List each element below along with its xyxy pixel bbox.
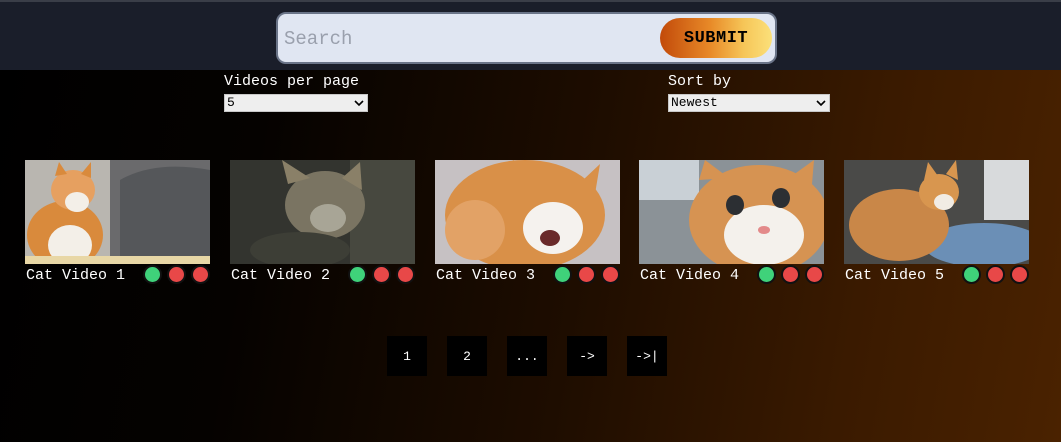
video-card[interactable]: Cat Video 2 (230, 160, 415, 286)
red-dot-button[interactable] (372, 265, 391, 284)
sort-by-value: Newest (671, 95, 718, 110)
dim-cat-closeup-thumbnail (230, 160, 415, 264)
page-1-button[interactable]: 1 (387, 336, 427, 376)
videos-per-page-value: 5 (227, 95, 235, 110)
cat-on-blanket-thumbnail (844, 160, 1029, 264)
status-dots (348, 265, 415, 284)
page-ellipsis-button[interactable]: ... (507, 336, 547, 376)
video-grid: Cat Video 1 Cat Video 2 Cat Video 3 Cat … (25, 160, 1035, 290)
red-dot-button[interactable] (191, 265, 210, 284)
red-dot-button[interactable] (396, 265, 415, 284)
sort-by-select[interactable]: Newest (668, 94, 830, 112)
video-card[interactable]: Cat Video 1 (25, 160, 210, 286)
video-title[interactable]: Cat Video 5 (845, 267, 944, 284)
video-title[interactable]: Cat Video 1 (26, 267, 125, 284)
green-dot-button[interactable] (143, 265, 162, 284)
video-thumbnail[interactable] (639, 160, 824, 264)
top-bar: SUBMIT (0, 0, 1061, 70)
submit-button[interactable]: SUBMIT (660, 18, 772, 58)
meowing-cat-thumbnail (435, 160, 620, 264)
video-card[interactable]: Cat Video 4 (639, 160, 824, 286)
video-card[interactable]: Cat Video 3 (435, 160, 620, 286)
status-dots (962, 265, 1029, 284)
video-thumbnail[interactable] (25, 160, 210, 264)
video-thumbnail[interactable] (844, 160, 1029, 264)
status-dots (143, 265, 210, 284)
last-page-button[interactable]: ->| (627, 336, 667, 376)
red-dot-button[interactable] (601, 265, 620, 284)
videos-per-page-select[interactable]: 5 (224, 94, 368, 112)
chevron-down-icon (354, 95, 364, 116)
red-dot-button[interactable] (781, 265, 800, 284)
green-dot-button[interactable] (553, 265, 572, 284)
search-input[interactable] (284, 24, 654, 54)
red-dot-button[interactable] (167, 265, 186, 284)
page-2-button[interactable]: 2 (447, 336, 487, 376)
video-thumbnail[interactable] (230, 160, 415, 264)
chevron-down-icon (816, 95, 826, 116)
status-dots (757, 265, 824, 284)
red-dot-button[interactable] (986, 265, 1005, 284)
video-title[interactable]: Cat Video 4 (640, 267, 739, 284)
sort-by-label: Sort by (668, 73, 732, 90)
red-dot-button[interactable] (577, 265, 596, 284)
video-thumbnail[interactable] (435, 160, 620, 264)
red-dot-button[interactable] (805, 265, 824, 284)
search-bar: SUBMIT (276, 12, 777, 64)
cat-face-closeup-thumbnail (639, 160, 824, 264)
red-dot-button[interactable] (1010, 265, 1029, 284)
green-dot-button[interactable] (757, 265, 776, 284)
green-dot-button[interactable] (348, 265, 367, 284)
status-dots (553, 265, 620, 284)
videos-per-page-label: Videos per page (224, 73, 360, 90)
green-dot-button[interactable] (962, 265, 981, 284)
video-title[interactable]: Cat Video 2 (231, 267, 330, 284)
video-title[interactable]: Cat Video 3 (436, 267, 535, 284)
orange-white-cat-with-person-thumbnail (25, 160, 210, 264)
video-card[interactable]: Cat Video 5 (844, 160, 1029, 286)
next-page-button[interactable]: -> (567, 336, 607, 376)
